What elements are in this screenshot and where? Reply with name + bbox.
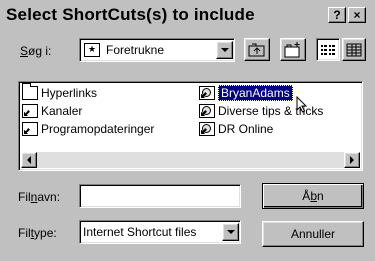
scroll-right-button[interactable] <box>344 152 360 168</box>
lookin-value: Foretrukne <box>106 43 165 57</box>
internet-shortcut-icon <box>199 122 215 136</box>
chevron-down-icon <box>226 230 235 234</box>
details-view-button[interactable] <box>342 38 366 61</box>
window-title: Select ShortCuts(s) to include <box>6 5 255 24</box>
filetype-label-b: ype: <box>34 226 57 240</box>
folder-icon <box>22 83 38 100</box>
file-list[interactable]: Hyperlinks Kanaler Programopdateringer B… <box>18 81 363 171</box>
list-item[interactable]: Programopdateringer <box>22 120 192 138</box>
filename-input[interactable] <box>79 184 241 208</box>
open-label-b: n <box>317 189 324 203</box>
open-button[interactable]: Åbn <box>262 183 364 209</box>
list-item-label: DR Online <box>218 122 274 136</box>
up-one-level-button[interactable] <box>244 38 270 61</box>
up-one-level-icon <box>248 43 265 56</box>
list-item-label: Hyperlinks <box>41 86 98 100</box>
filetype-value: Internet Shortcut files <box>83 225 197 239</box>
filename-label-a: Fil <box>18 190 31 204</box>
shortcut-icon <box>22 122 38 136</box>
help-button[interactable]: ? <box>328 7 346 23</box>
filename-label-b: avn: <box>37 190 61 204</box>
internet-shortcut-icon <box>199 86 215 100</box>
lookin-label-text: øg i: <box>28 44 52 58</box>
filetype-dropdown-button[interactable] <box>222 223 239 241</box>
scroll-left-button[interactable] <box>21 152 37 168</box>
lookin-dropdown-button[interactable] <box>216 41 233 59</box>
shortcut-icon <box>22 104 38 118</box>
list-item-label: Programopdateringer <box>41 122 155 136</box>
cancel-button[interactable]: Annuller <box>262 221 364 247</box>
list-view-button[interactable] <box>316 38 340 61</box>
horizontal-scrollbar[interactable] <box>21 152 360 168</box>
new-folder-button[interactable] <box>280 38 306 61</box>
lookin-label: Søg i: <box>20 44 51 58</box>
list-item-label: BryanAdams <box>218 85 293 101</box>
chevron-down-icon <box>220 48 229 52</box>
lookin-label-accel: S <box>20 44 29 58</box>
open-label-a: Å <box>302 189 311 203</box>
mouse-pointer-icon <box>296 96 308 113</box>
filename-label: Filnavn: <box>18 190 60 204</box>
arrow-right-icon <box>350 156 354 164</box>
internet-shortcut-icon <box>199 104 215 118</box>
title-bar[interactable]: Select ShortCuts(s) to include ? × <box>0 0 375 30</box>
new-folder-icon <box>284 41 300 57</box>
list-item[interactable]: Hyperlinks <box>22 83 192 102</box>
lookin-combo[interactable]: ★ Foretrukne <box>79 38 235 62</box>
close-button[interactable]: × <box>348 7 366 23</box>
list-item[interactable]: DR Online <box>199 120 359 138</box>
details-view-icon <box>346 43 362 56</box>
list-item[interactable]: Diverse tips & tricks <box>199 102 359 120</box>
favorites-folder-icon: ★ <box>84 43 100 57</box>
list-item-label: Kanaler <box>41 104 83 118</box>
file-list-column-2: BryanAdams Diverse tips & tricks DR Onli… <box>199 84 359 138</box>
list-item[interactable]: Kanaler <box>22 102 192 120</box>
list-item-selected[interactable]: BryanAdams <box>199 84 359 102</box>
arrow-left-icon <box>27 156 31 164</box>
filetype-label: Filtype: <box>18 226 57 240</box>
open-label-accel: b <box>310 189 317 203</box>
filetype-label-a: Fil <box>18 226 31 240</box>
filetype-combo[interactable]: Internet Shortcut files <box>79 220 241 244</box>
file-list-column-1: Hyperlinks Kanaler Programopdateringer <box>22 83 192 138</box>
list-view-icon <box>321 44 335 55</box>
